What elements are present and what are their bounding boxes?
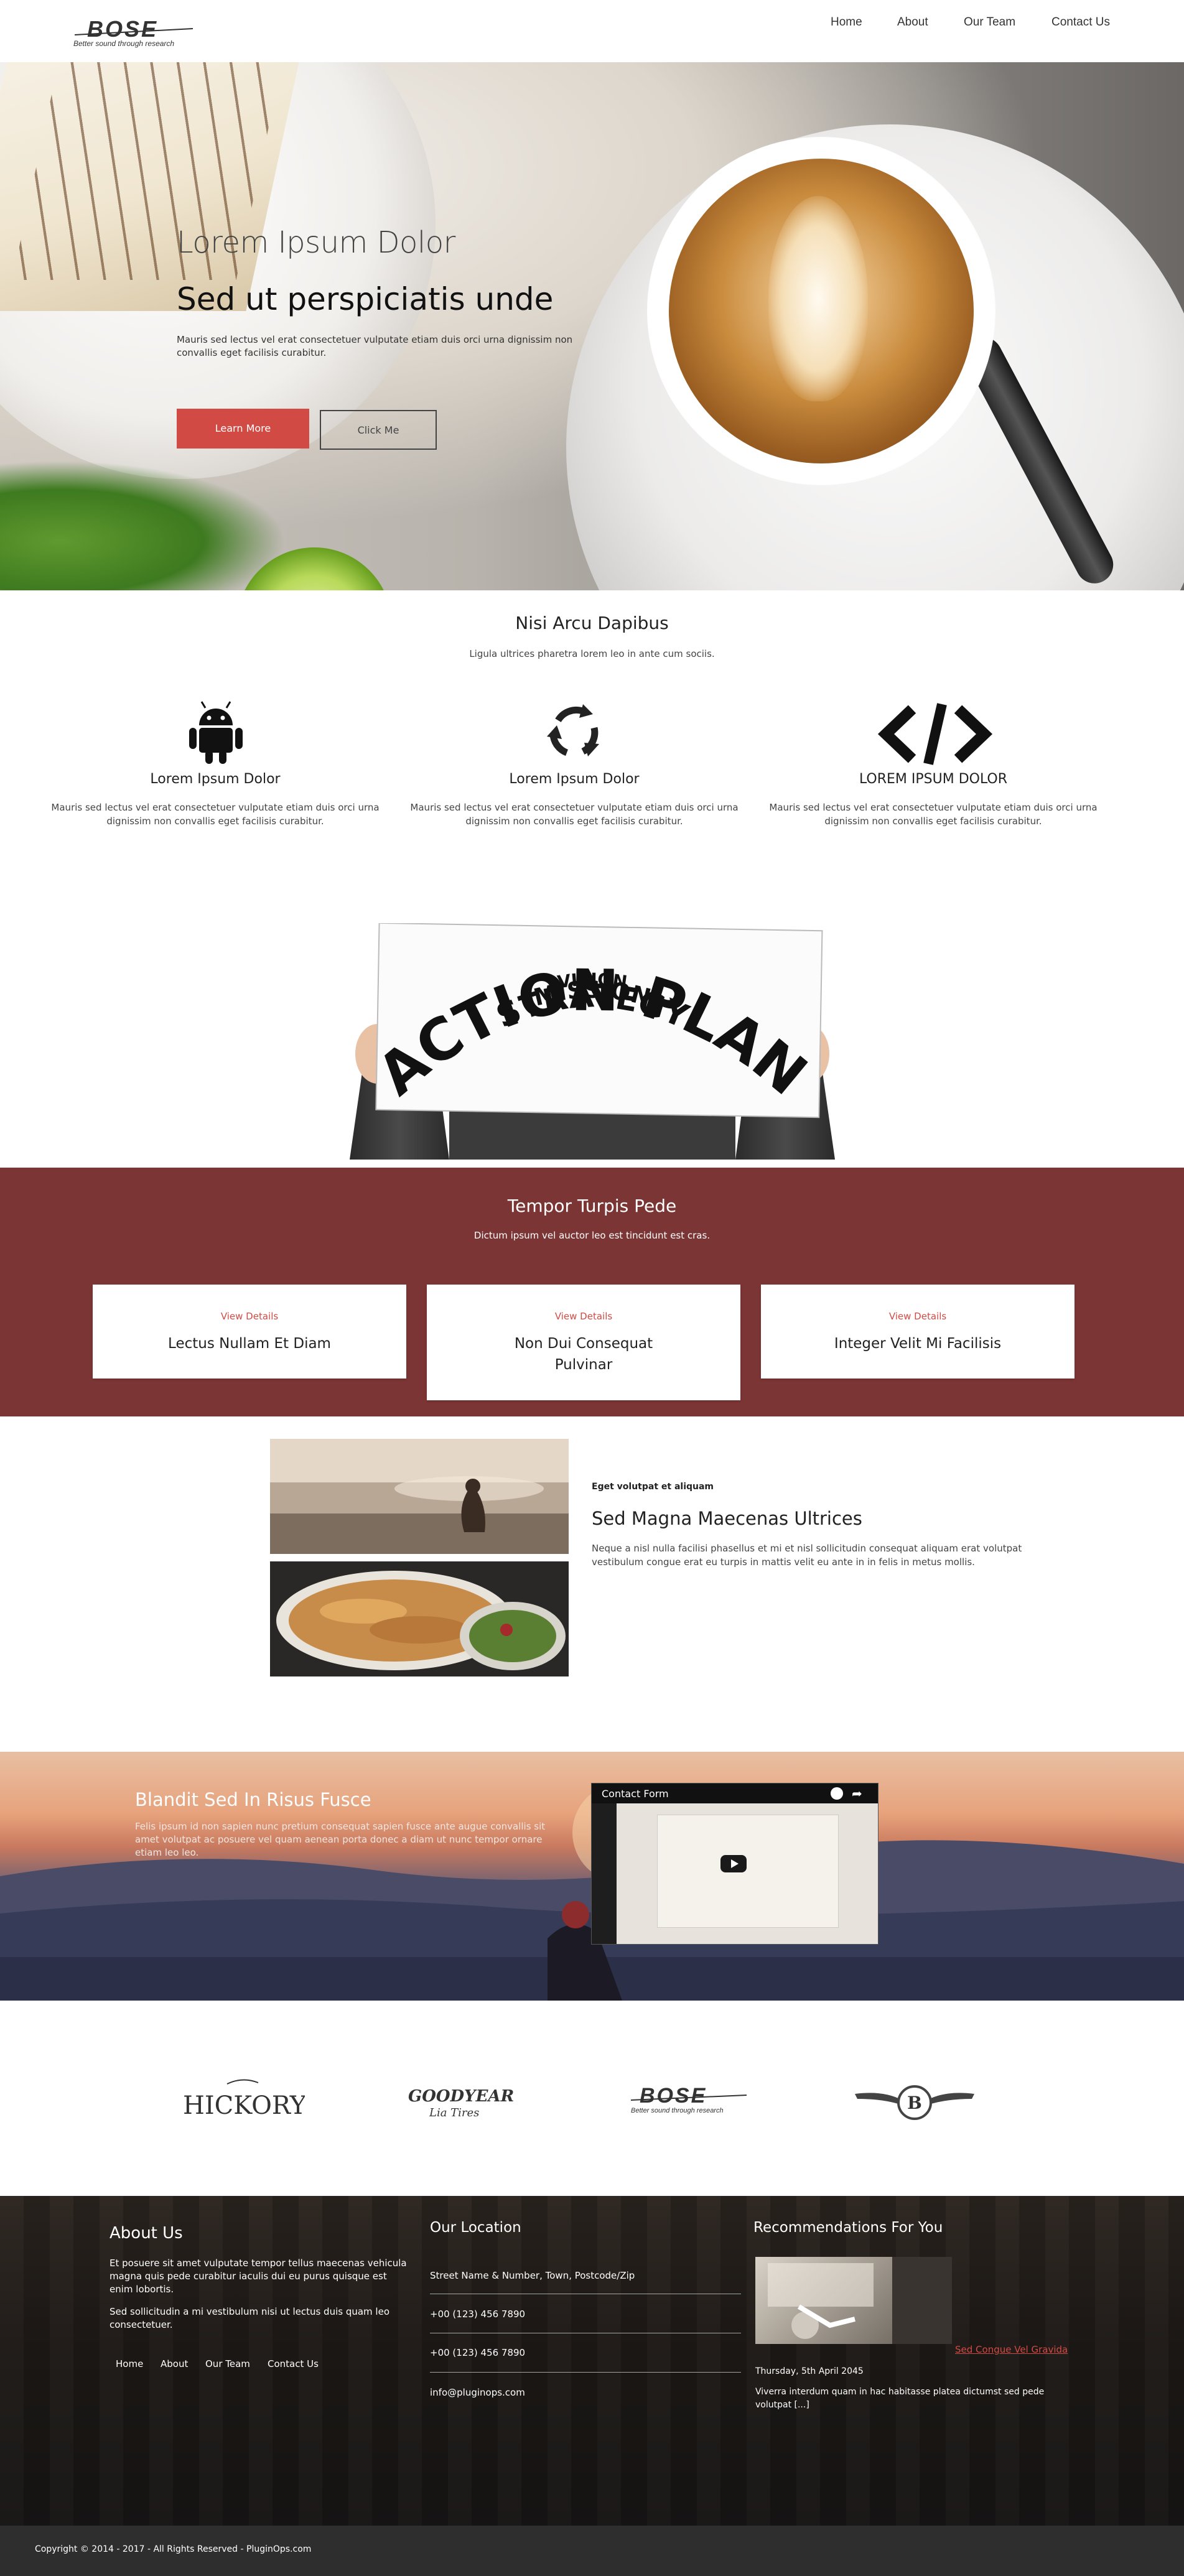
view-details-link[interactable]: View Details [93,1311,406,1322]
android-icon [187,700,245,765]
services-section: Tempor Turpis Pede Dictum ipsum vel auct… [0,1168,1184,1416]
footer-link-our-team[interactable]: Our Team [205,2358,250,2371]
footer-email[interactable]: info@pluginops.com [430,2386,525,2399]
footer-link-about[interactable]: About [161,2358,188,2371]
video-sidebar [592,1803,617,1944]
service-card-1[interactable]: View Details Lectus Nullam Et Diam [93,1285,406,1379]
hero-title: Lorem Ipsum Dolor [177,225,455,260]
click-me-button[interactable]: Click Me [320,410,437,450]
brand-logo[interactable]: BOSE Better sound through research [68,16,205,50]
site-footer: About Us Et posuere sit amet vulputate t… [0,2196,1184,2526]
svg-text:BOSE: BOSE [87,16,158,42]
clock-icon[interactable] [831,1787,843,1800]
hero-subtitle: Sed ut perspiciatis unde [177,281,554,317]
recommend-thumbnail[interactable] [755,2257,952,2344]
nav-home[interactable]: Home [831,16,862,29]
hero-banner: Lorem Ipsum Dolor Sed ut perspiciatis un… [0,62,1184,590]
video-form-preview [657,1815,839,1928]
hero-mint-leaves [0,460,286,590]
hero-latte-art [768,196,868,401]
services-subtitle: Dictum ipsum vel auctor leo est tincidun… [473,1230,711,1241]
services-title: Tempor Turpis Pede [507,1196,677,1216]
view-details-link[interactable]: View Details [761,1311,1074,1322]
recommend-link[interactable]: Sed Congue Vel Gravida [955,2344,1068,2355]
feature-title-3: LOREM IPSUM DOLOR [859,771,1008,787]
service-card-2[interactable]: View Details Non Dui Consequat Pulvinar [427,1285,740,1400]
service-card-title: Non Dui Consequat Pulvinar [514,1336,653,1373]
footer-about-p2: Sed sollicitudin a mi vestibulum nisi ut… [110,2306,390,2330]
recommend-text: Viverra interdum quam in hac habitasse p… [755,2387,1045,2410]
features-subtitle: Ligula ultrices pharetra lorem leo in an… [469,648,715,659]
video-title: Contact Form [602,1788,669,1800]
service-card-3[interactable]: View Details Integer Velit Mi Facilisis [761,1285,1074,1379]
features-title: Nisi Arcu Dapibus [515,613,669,633]
share-icon[interactable]: ➦ [852,1786,862,1801]
footer-link-contact-us[interactable]: Contact Us [268,2358,319,2371]
service-card-title: Lectus Nullam Et Diam [168,1336,331,1352]
footer-phone-2: +00 (123) 456 7890 [430,2347,526,2358]
learn-more-button[interactable]: Learn More [177,409,309,449]
footer-recommend-title: Recommendations For You [753,2220,943,2236]
feature-title-1: Lorem Ipsum Dolor [150,771,281,787]
recycle-icon [544,702,604,761]
view-details-link[interactable]: View Details [427,1311,740,1322]
video-section-text: Felis ipsum id non sapien nunc pretium c… [135,1821,546,1858]
recommend-date: Thursday, 5th April 2045 [755,2366,864,2376]
client-sub-goodyear: Lia Tires [429,2106,479,2119]
footer-about-p1: Et posuere sit amet vulputate tempor tel… [110,2257,407,2295]
video-section-title: Blandit Sed In Risus Fusce [135,1789,371,1810]
client-name-bose: BOSE [640,2084,707,2108]
nav-our-team[interactable]: Our Team [964,16,1015,29]
client-logo-bentley: B [852,2071,977,2127]
feature-text-2: Mauris sed lectus vel erat consectetuer … [410,802,739,827]
beach-photo [270,1439,569,1554]
svg-text:Better sound through research: Better sound through research [73,39,174,48]
svg-text:B: B [907,2093,922,2113]
nav-about[interactable]: About [897,16,928,29]
footer-link-home[interactable]: Home [116,2358,143,2371]
video-player[interactable]: Contact Form ➦ [591,1783,879,1945]
feature-title-2: Lorem Ipsum Dolor [509,771,640,787]
post-kicker: Eget volutpat et aliquam [592,1482,714,1492]
play-icon [731,1859,739,1868]
feature-text-1: Mauris sed lectus vel erat consectetuer … [51,802,380,827]
site-header: BOSE Better sound through research Home … [0,0,1184,62]
hero-description: Mauris sed lectus vel erat consectetuer … [177,334,573,358]
client-name-goodyear: GOODYEAR [408,2087,514,2106]
footer-address: Street Name & Number, Town, Postcode/Zip [430,2270,635,2281]
copyright-bar: Copyright © 2014 - 2017 - All Rights Res… [0,2526,1184,2576]
food-photo [270,1561,569,1676]
client-logo-bose: BOSE Better sound through research [628,2071,753,2127]
feature-text-3: Mauris sed lectus vel erat consectetuer … [769,802,1098,827]
code-icon [877,703,993,765]
footer-about-title: About Us [110,2224,183,2243]
client-logo-goodyear: GOODYEAR Lia Tires [404,2071,529,2127]
nav-contact-us[interactable]: Contact Us [1051,16,1110,29]
client-name-hickory: HICKORY [183,2091,305,2120]
footer-divider [430,2372,741,2373]
copyright-text: Copyright © 2014 - 2017 - All Rights Res… [35,2544,312,2554]
action-plan-image: VISION MISSION STRATEGY ACTION PLAN [287,923,896,1160]
post-title: Sed Magna Maecenas Ultrices [592,1508,862,1529]
client-logo-hickory: HICKORY [180,2071,307,2127]
footer-phone-1: +00 (123) 456 7890 [430,2309,526,2320]
footer-location-title: Our Location [430,2220,521,2236]
client-sub-bose: Better sound through research [631,2107,724,2114]
post-text: Neque a nisl nulla facilisi phasellus et… [592,1543,1022,1568]
service-card-title: Integer Velit Mi Facilisis [834,1336,1002,1352]
